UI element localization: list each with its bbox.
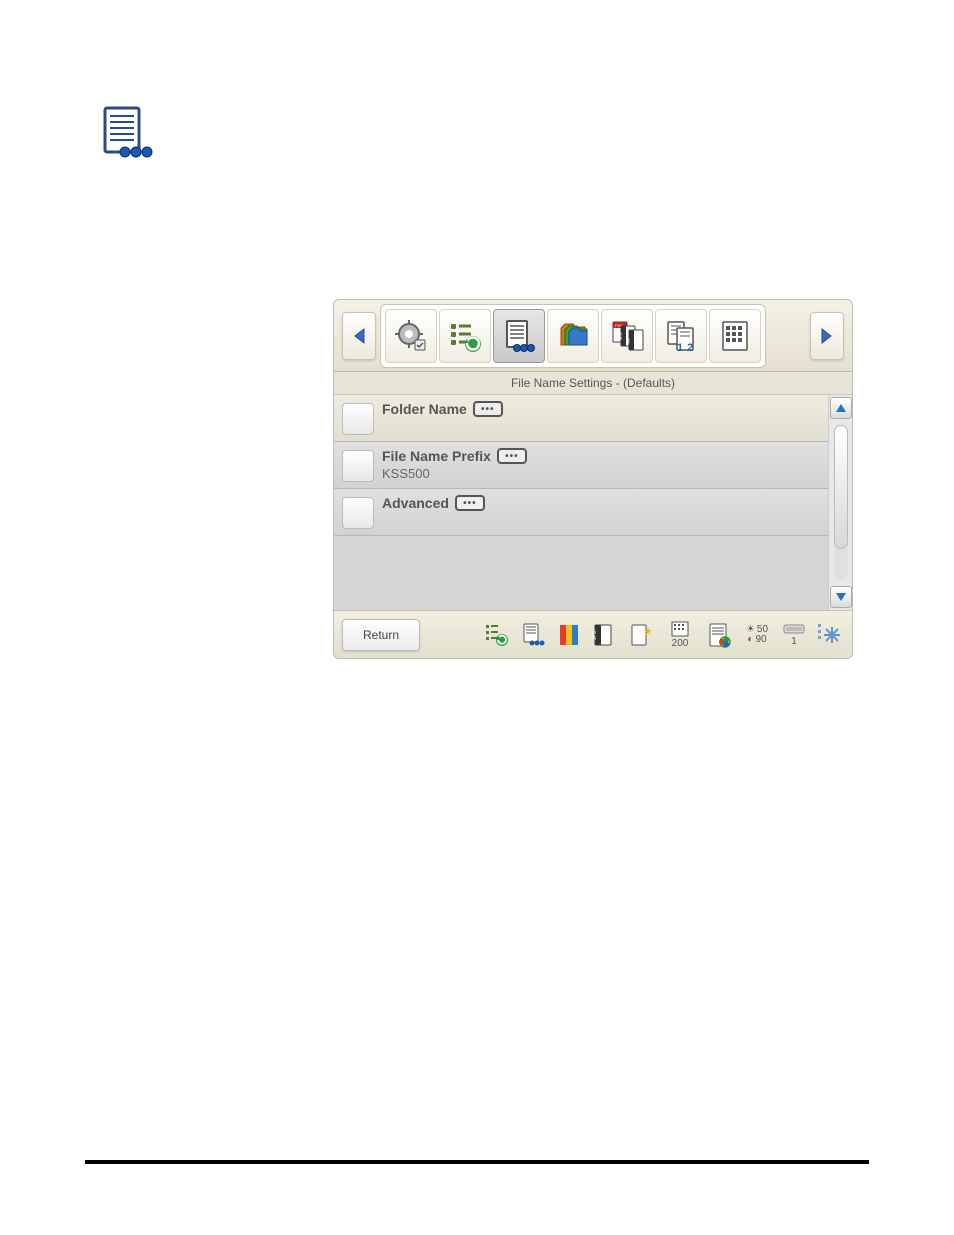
brightness-value: 50 — [757, 625, 768, 635]
footer: Return — [334, 610, 852, 658]
status-snowflake-icon[interactable] — [814, 620, 844, 650]
more-icon: ••• — [497, 448, 527, 464]
more-icon: ••• — [473, 401, 503, 417]
panel-title: File Name Settings - (Defaults) — [334, 372, 852, 395]
page-feature-icon — [88, 100, 166, 168]
more-icon: ••• — [455, 495, 485, 511]
status-bar: JPG 200 — [482, 620, 844, 650]
svg-text:JPG: JPG — [618, 332, 623, 340]
tool-file-index[interactable]: 1 2 — [655, 309, 707, 363]
return-label: Return — [363, 628, 399, 642]
toolbar: PDF JPG TIF 1 — [334, 300, 852, 372]
status-dpi-icon[interactable]: 200 — [662, 620, 698, 650]
scroll-track[interactable] — [834, 425, 848, 580]
toolbar-prev-button[interactable] — [342, 312, 376, 360]
scroll-up-button[interactable] — [830, 397, 852, 419]
row-label-text: Advanced — [382, 495, 449, 511]
file-name-settings-window: PDF JPG TIF 1 — [333, 299, 853, 659]
svg-text:1: 1 — [677, 342, 683, 354]
row-icon — [342, 450, 374, 482]
row-value-text: KSS500 — [382, 466, 820, 481]
svg-text:TIF: TIF — [626, 337, 631, 344]
status-color-icon[interactable] — [554, 620, 584, 650]
svg-text:JPG: JPG — [592, 630, 598, 640]
brightness-icon: ☀ — [746, 625, 755, 635]
status-copies-value: 1 — [791, 637, 797, 647]
status-list-refresh-icon[interactable] — [482, 620, 512, 650]
toolbar-tool-group: PDF JPG TIF 1 — [380, 304, 766, 368]
row-folder-name[interactable]: Folder Name ••• — [334, 395, 828, 442]
status-quality-icon[interactable] — [626, 620, 656, 650]
row-file-name-prefix[interactable]: File Name Prefix ••• KSS500 — [334, 442, 828, 489]
status-jpg-icon[interactable]: JPG — [590, 620, 620, 650]
tool-file-format[interactable]: PDF JPG TIF — [601, 309, 653, 363]
row-label-text: Folder Name — [382, 401, 467, 417]
contrast-icon: ◐ — [747, 635, 753, 645]
row-advanced[interactable]: Advanced ••• — [334, 489, 828, 536]
status-brightness-contrast[interactable]: ☀50 ◐90 — [740, 620, 774, 650]
tool-list-check[interactable] — [439, 309, 491, 363]
scrollbar[interactable] — [828, 395, 852, 610]
settings-list: Folder Name ••• File Name Prefix ••• KSS… — [334, 395, 852, 610]
status-doc-color-icon[interactable] — [704, 620, 734, 650]
tool-grid[interactable] — [709, 309, 761, 363]
row-icon — [342, 403, 374, 435]
toolbar-next-button[interactable] — [810, 312, 844, 360]
contrast-value: 90 — [755, 635, 766, 645]
status-file-name-icon[interactable] — [518, 620, 548, 650]
scroll-down-button[interactable] — [830, 586, 852, 608]
svg-text:2: 2 — [687, 342, 693, 354]
tool-settings-gear[interactable] — [385, 309, 437, 363]
tool-folder-stack[interactable] — [547, 309, 599, 363]
page-divider — [85, 1160, 869, 1164]
tool-file-name-settings[interactable] — [493, 309, 545, 363]
row-label-text: File Name Prefix — [382, 448, 491, 464]
status-dpi-value: 200 — [672, 639, 689, 649]
scroll-thumb[interactable] — [834, 425, 848, 549]
return-button[interactable]: Return — [342, 619, 420, 651]
row-icon — [342, 497, 374, 529]
status-tray-icon[interactable]: 1 — [780, 620, 808, 650]
